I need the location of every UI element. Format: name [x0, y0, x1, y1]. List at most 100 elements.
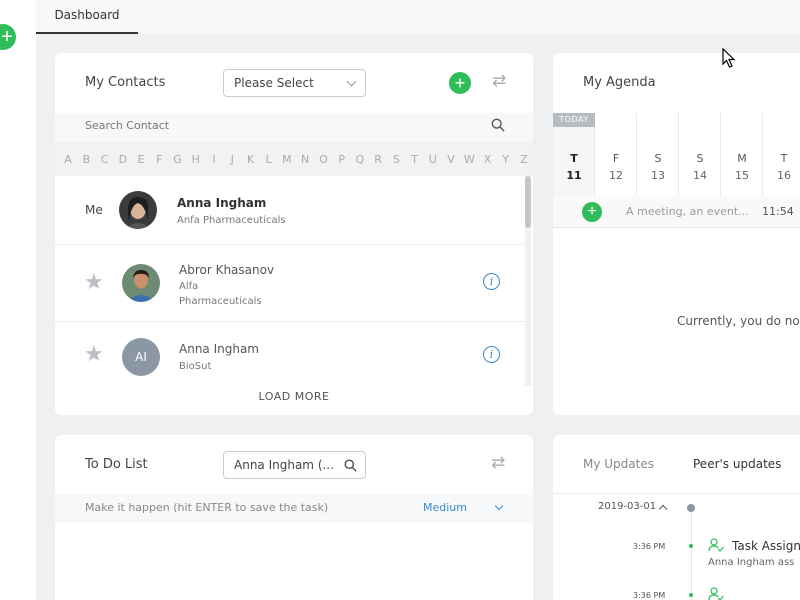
contact-company: Anfa Pharmaceuticals: [177, 215, 286, 226]
alphabet-filter: ABCDEFGHIJKLMNOPQRSTUVWXYZ: [55, 142, 533, 176]
timeline-date: 2019-03-01: [598, 501, 657, 512]
todo-search-value: Anna Ingham (...: [234, 458, 334, 472]
day-letter: S: [696, 152, 704, 165]
day-number: 15: [735, 169, 749, 182]
contacts-filter-select[interactable]: Please Select: [223, 69, 366, 97]
chevron-down-icon: [346, 76, 357, 87]
alphabet-letter[interactable]: Q: [351, 153, 369, 166]
day-number: 16: [777, 169, 791, 182]
new-event-row[interactable]: + A meeting, an event... 11:54: [553, 196, 800, 228]
alphabet-letter[interactable]: H: [187, 153, 205, 166]
divider: [553, 493, 800, 494]
contact-row[interactable]: ★ Abror Khasanov Alfa Pharmaceuticals i: [55, 245, 525, 322]
alphabet-letter[interactable]: N: [296, 153, 314, 166]
alphabet-letter[interactable]: Y: [497, 153, 515, 166]
contact-search-input[interactable]: [85, 119, 465, 132]
day[interactable]: S 13: [637, 113, 679, 196]
alphabet-letter[interactable]: B: [77, 153, 95, 166]
day[interactable]: T 16: [763, 113, 800, 196]
day-letter: T: [570, 152, 578, 165]
alphabet-letter[interactable]: V: [442, 153, 460, 166]
alphabet-letter[interactable]: U: [424, 153, 442, 166]
update-time: 3:36 PM: [633, 542, 666, 551]
alphabet-letter[interactable]: F: [150, 153, 168, 166]
info-icon[interactable]: i: [483, 273, 500, 290]
timeline-marker: [689, 544, 693, 548]
alphabet-letter[interactable]: P: [333, 153, 351, 166]
event-time[interactable]: 11:54: [762, 205, 794, 218]
add-event-button[interactable]: +: [582, 202, 602, 222]
alphabet-letter[interactable]: O: [314, 153, 332, 166]
star-icon[interactable]: ★: [84, 270, 104, 295]
refresh-icon[interactable]: ⇄: [491, 453, 505, 473]
day-today[interactable]: TODAY T 11: [553, 113, 595, 196]
left-rail: +: [0, 0, 36, 600]
alphabet-letter[interactable]: W: [460, 153, 478, 166]
day-letter: T: [780, 152, 788, 165]
day-letter: M: [737, 152, 747, 165]
day-letter: F: [612, 152, 620, 165]
event-input[interactable]: A meeting, an event...: [626, 205, 749, 218]
alphabet-letter[interactable]: G: [168, 153, 186, 166]
todo-input-row: Make it happen (hit ENTER to save the ta…: [55, 495, 533, 523]
contact-row[interactable]: ★ AI Anna Ingham BioSut i: [55, 322, 525, 386]
day[interactable]: F 12: [595, 113, 637, 196]
alphabet-letter[interactable]: R: [369, 153, 387, 166]
alphabet-letter[interactable]: T: [405, 153, 423, 166]
alphabet-letter[interactable]: Z: [515, 153, 533, 166]
alphabet-letter[interactable]: D: [114, 153, 132, 166]
user-check-icon: [708, 538, 724, 552]
scrollbar-thumb[interactable]: [525, 176, 531, 228]
day[interactable]: M 15: [721, 113, 763, 196]
alphabet-letter[interactable]: C: [95, 153, 113, 166]
todo-task-input[interactable]: Make it happen (hit ENTER to save the ta…: [85, 501, 328, 514]
day[interactable]: S 14: [679, 113, 721, 196]
tab-dashboard[interactable]: Dashboard: [36, 0, 138, 34]
search-icon[interactable]: [344, 459, 357, 472]
search-icon[interactable]: [491, 118, 505, 132]
timeline-dot: [687, 504, 695, 512]
select-value: Please Select: [234, 76, 314, 90]
timeline-marker: [689, 593, 693, 597]
refresh-icon[interactable]: ⇄: [492, 71, 506, 91]
star-icon[interactable]: ★: [84, 342, 104, 367]
day-number: 12: [609, 169, 623, 182]
add-contact-button[interactable]: +: [449, 72, 471, 94]
day-number: 11: [566, 169, 582, 182]
contacts-title: My Contacts: [85, 75, 166, 90]
contact-list-scrollbar[interactable]: [525, 176, 531, 386]
todo-card: To Do List Anna Ingham (... ⇄ Make it ha…: [55, 435, 533, 600]
alphabet-letter[interactable]: X: [478, 153, 496, 166]
updates-card: My Updates Peer's updates 2019-03-01 3:3…: [553, 435, 800, 600]
alphabet-letter[interactable]: K: [241, 153, 259, 166]
alphabet-letter[interactable]: J: [223, 153, 241, 166]
chevron-up-icon[interactable]: [658, 504, 668, 514]
alphabet-letter[interactable]: L: [260, 153, 278, 166]
avatar-initials: AI: [122, 338, 160, 376]
alphabet-letter[interactable]: I: [205, 153, 223, 166]
chevron-down-icon[interactable]: [494, 501, 504, 511]
priority-select[interactable]: Medium: [423, 501, 467, 514]
update-subtitle: Anna Ingham ass: [708, 557, 795, 568]
alphabet-letter[interactable]: A: [59, 153, 77, 166]
mouse-cursor-icon: [722, 48, 736, 68]
contact-company: Alfa: [179, 281, 199, 292]
today-badge: TODAY: [553, 113, 595, 127]
user-check-icon: [708, 587, 724, 600]
contact-list: Me Anna Ingham Anfa Pharmaceuticals ★ Ab…: [55, 176, 533, 386]
tab-peers-updates[interactable]: Peer's updates: [693, 457, 781, 471]
agenda-days: TODAY T 11 F 12 S 13 S 14 M 15 T 16: [553, 113, 800, 196]
alphabet-letter[interactable]: E: [132, 153, 150, 166]
alphabet-letter[interactable]: S: [387, 153, 405, 166]
day-letter: S: [654, 152, 662, 165]
day-number: 13: [651, 169, 665, 182]
todo-assignee-search[interactable]: Anna Ingham (...: [223, 451, 366, 479]
contact-search-row: [55, 113, 533, 142]
info-icon[interactable]: i: [483, 346, 500, 363]
rail-add-button[interactable]: +: [0, 24, 16, 50]
update-title[interactable]: Task Assign: [732, 539, 800, 553]
load-more-button[interactable]: LOAD MORE: [55, 390, 533, 403]
tab-my-updates[interactable]: My Updates: [583, 457, 654, 471]
contact-row-me[interactable]: Me Anna Ingham Anfa Pharmaceuticals: [55, 176, 525, 245]
alphabet-letter[interactable]: M: [278, 153, 296, 166]
